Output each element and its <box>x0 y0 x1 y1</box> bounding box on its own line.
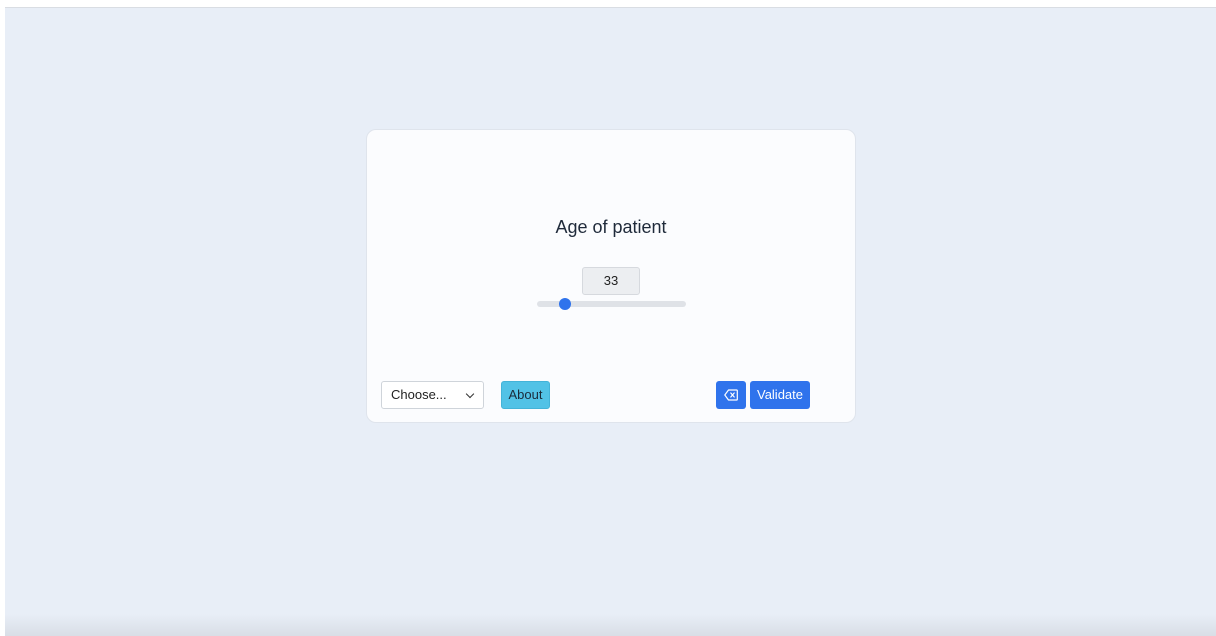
about-button[interactable]: About <box>501 381 550 409</box>
validate-button[interactable]: Validate <box>750 381 810 409</box>
slider-thumb[interactable] <box>559 298 572 310</box>
choose-select[interactable]: Choose... <box>381 381 484 409</box>
slider-value-display: 33 <box>582 267 640 295</box>
age-slider[interactable] <box>537 298 686 310</box>
backspace-icon <box>724 389 738 401</box>
clear-button[interactable] <box>716 381 746 409</box>
select-label: Choose... <box>391 387 447 402</box>
bottom-shadow <box>5 614 1216 636</box>
chevron-down-icon <box>465 389 475 399</box>
question-title: Age of patient <box>555 217 667 237</box>
question-card: Age of patient 33 Choose... About Valida… <box>366 129 856 423</box>
